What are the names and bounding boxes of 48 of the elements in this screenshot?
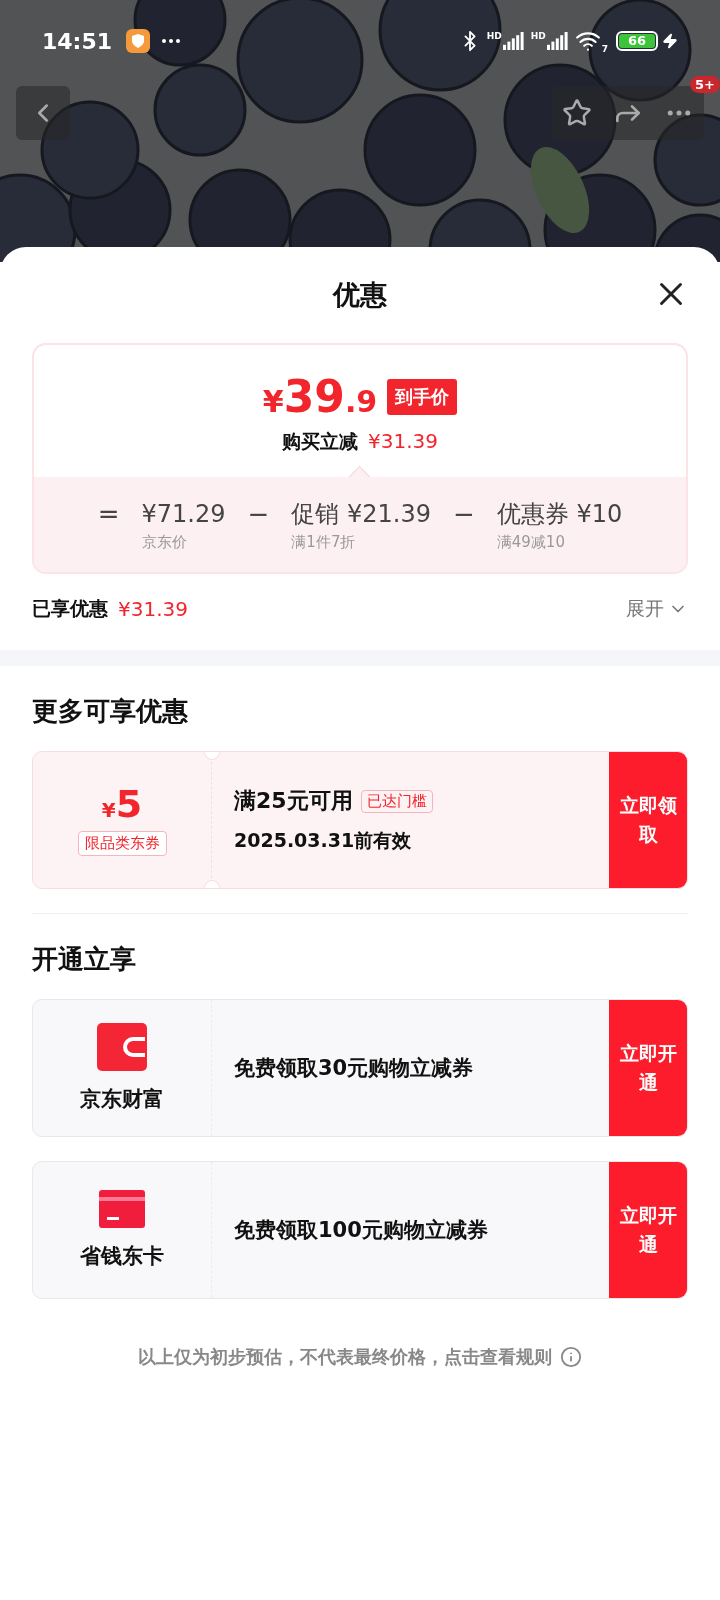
signal-label: HD	[530, 32, 546, 41]
coupon-amount: ¥5	[101, 784, 143, 823]
membership-benefit: 免费领取30元购物立减券	[234, 1055, 475, 1082]
disclaimer-link[interactable]: 以上仅为初步预估，不代表最终价格，点击查看规则	[138, 1345, 552, 1369]
shield-app-icon	[126, 29, 151, 53]
threshold-badge: 已达门槛	[360, 789, 433, 813]
more-notifications-icon	[162, 39, 181, 43]
sheet-title: 优惠	[333, 278, 387, 312]
coupon-scope: 限品类东券	[77, 830, 167, 856]
breakdown-amount: 优惠券 ¥10	[496, 499, 623, 529]
favorite-star-icon[interactable]	[562, 98, 592, 128]
enjoyed-amount: ¥31.39	[118, 597, 188, 621]
signal-icon	[546, 32, 569, 50]
enjoyed-label: 已享优惠	[32, 596, 108, 621]
breakdown-amount: ¥71.29	[141, 499, 226, 529]
count-badge: 5+	[690, 76, 720, 93]
saving-label: 购买立减	[282, 429, 358, 454]
coupon-validity: 2025.03.31前有效	[234, 828, 413, 853]
membership-name: 省钱东卡	[80, 1243, 164, 1270]
activate-button[interactable]: 立即开通	[609, 1162, 687, 1298]
section-title: 更多可享优惠	[31, 695, 189, 728]
signal-icon	[502, 32, 525, 50]
saving-amount: ¥31.39	[368, 429, 438, 453]
claim-button[interactable]: 立即领取	[609, 752, 687, 888]
expand-toggle[interactable]: 展开	[626, 596, 688, 622]
battery-icon: 66	[616, 31, 658, 51]
membership-benefit: 免费领取100元购物立减券	[234, 1217, 489, 1244]
back-button[interactable]	[16, 86, 70, 140]
final-price: ¥39.9	[262, 375, 378, 419]
coupon-condition: 满25元可用	[234, 787, 353, 815]
activate-button[interactable]: 立即开通	[609, 1000, 687, 1136]
membership-name: 京东财富	[80, 1086, 164, 1113]
card-icon	[99, 1190, 145, 1228]
equals-sign: =	[97, 499, 120, 529]
breakdown-note: 满1件7折	[291, 533, 357, 552]
status-time: 14:51	[42, 28, 113, 54]
wallet-icon	[97, 1023, 147, 1071]
signal-label: HD	[486, 32, 502, 41]
minus-sign: −	[452, 499, 475, 529]
breakdown-amount: 促销 ¥21.39	[291, 499, 431, 529]
breakdown-note: 满49减10	[496, 533, 566, 552]
minus-sign: −	[247, 499, 270, 529]
breakdown-note: 京东价	[141, 533, 188, 552]
charging-icon	[662, 33, 678, 49]
info-icon[interactable]	[560, 1346, 582, 1368]
final-price-tag: 到手价	[387, 379, 458, 415]
section-title: 开通立享	[31, 943, 137, 976]
wifi-label: 7	[601, 45, 608, 54]
